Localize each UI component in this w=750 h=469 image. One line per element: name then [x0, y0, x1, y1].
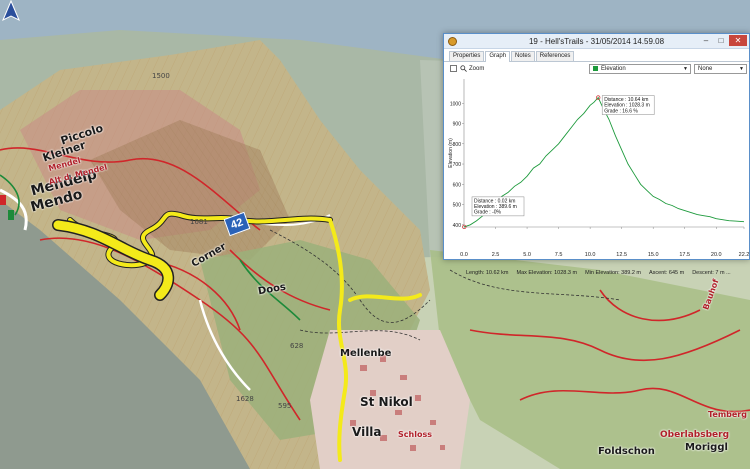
map-label-temberg: Temberg: [708, 410, 747, 419]
elevation-label-1081: 1081: [190, 218, 208, 226]
x-tick-label: 20.0: [711, 252, 722, 258]
x-tick-label: 22.2: [739, 252, 749, 258]
second-series-select[interactable]: None ▼: [694, 63, 747, 74]
map-label-oberlabsberg: Oberlabsberg: [660, 430, 730, 440]
window-titlebar[interactable]: 19 - Hell'sTrails - 31/05/2014 14.59.08 …: [444, 34, 749, 49]
elevation-color-swatch: [593, 66, 598, 71]
second-series-select-value: None: [698, 65, 713, 72]
map-label-foldschon: Foldschon: [598, 446, 655, 457]
map-label-mellenbe: Mellenbe: [340, 348, 392, 359]
series-select[interactable]: Elevation ▼: [589, 63, 691, 74]
y-tick-label: 900: [453, 122, 462, 128]
chevron-down-icon: ▼: [739, 65, 744, 72]
elevation-label-1628: 1628: [236, 395, 254, 403]
map-label-schloss: Schloss: [398, 430, 432, 439]
magnifier-icon: [460, 65, 467, 72]
x-tick-label: 2.5: [492, 252, 500, 258]
stat-descent: Descent: 7 m ...: [692, 270, 731, 276]
tab-graph[interactable]: Graph: [485, 51, 511, 62]
elevation-chart-svg[interactable]: 40050060070080090010000.0 2.5 5.0 7.5 10.0 12…: [444, 75, 749, 259]
y-tick-label: 1000: [450, 101, 461, 107]
stat-length: Length: 10.62 km: [466, 270, 509, 276]
elevation-label-595: 595: [278, 402, 292, 410]
x-tick-label: 0.0: [460, 252, 468, 258]
x-tick-label: 5.0: [523, 252, 531, 258]
y-axis-label: Elevation (m): [448, 138, 454, 168]
elevation-label-628: 628: [290, 342, 304, 350]
map-label-st-nikolaus: St Nikol: [360, 395, 413, 409]
graph-toolbar: Zoom Elevation ▼ None ▼: [444, 62, 749, 75]
close-button[interactable]: ✕: [729, 35, 747, 46]
y-tick-label: 500: [453, 203, 462, 209]
track-stats: Length: 10.62 km Max Elevation: 1028.3 m…: [466, 270, 731, 276]
elevation-chart[interactable]: 400 500 600 700 800 900 1000 0.0 2.5 5.0 7.5 10.0 12…: [444, 75, 749, 276]
window-tabs: Properties Graph Notes References: [444, 51, 749, 62]
tab-references[interactable]: References: [535, 51, 575, 61]
x-tick-label: 15.0: [648, 252, 659, 258]
annotation-text: Grade : -0%: [474, 210, 502, 216]
x-tick-label: 10.0: [585, 252, 596, 258]
map-label-villa: Villa: [352, 425, 382, 439]
stat-min-elevation: Min Elevation: 389.2 m: [585, 270, 642, 276]
tab-properties[interactable]: Properties: [449, 51, 485, 61]
x-tick-label: 7.5: [555, 252, 563, 258]
y-tick-label: 400: [453, 223, 462, 229]
track-graph-window[interactable]: 19 - Hell'sTrails - 31/05/2014 14.59.08 …: [443, 33, 750, 276]
elevation-label-1500: 1500: [152, 72, 170, 80]
maximize-button[interactable]: □: [714, 35, 728, 46]
chevron-down-icon: ▼: [683, 65, 688, 72]
map-label-moriggl: Moriggl: [685, 442, 728, 453]
minimize-button[interactable]: –: [699, 35, 713, 46]
compass-icon[interactable]: [0, 0, 22, 22]
series-select-value: Elevation: [601, 65, 626, 72]
stat-ascent: Ascent: 645 m: [649, 270, 685, 276]
stat-max-elevation: Max Elevation: 1028.3 m: [516, 270, 578, 276]
zoom-label: Zoom: [469, 65, 485, 72]
x-tick-label: 12.5: [616, 252, 627, 258]
y-tick-label: 600: [453, 182, 462, 188]
annotation-text: Grade : 16.6 %: [604, 108, 638, 114]
x-tick-label: 17.5: [679, 252, 690, 258]
zoom-checkbox[interactable]: [450, 65, 457, 72]
tab-notes[interactable]: Notes: [511, 51, 535, 61]
